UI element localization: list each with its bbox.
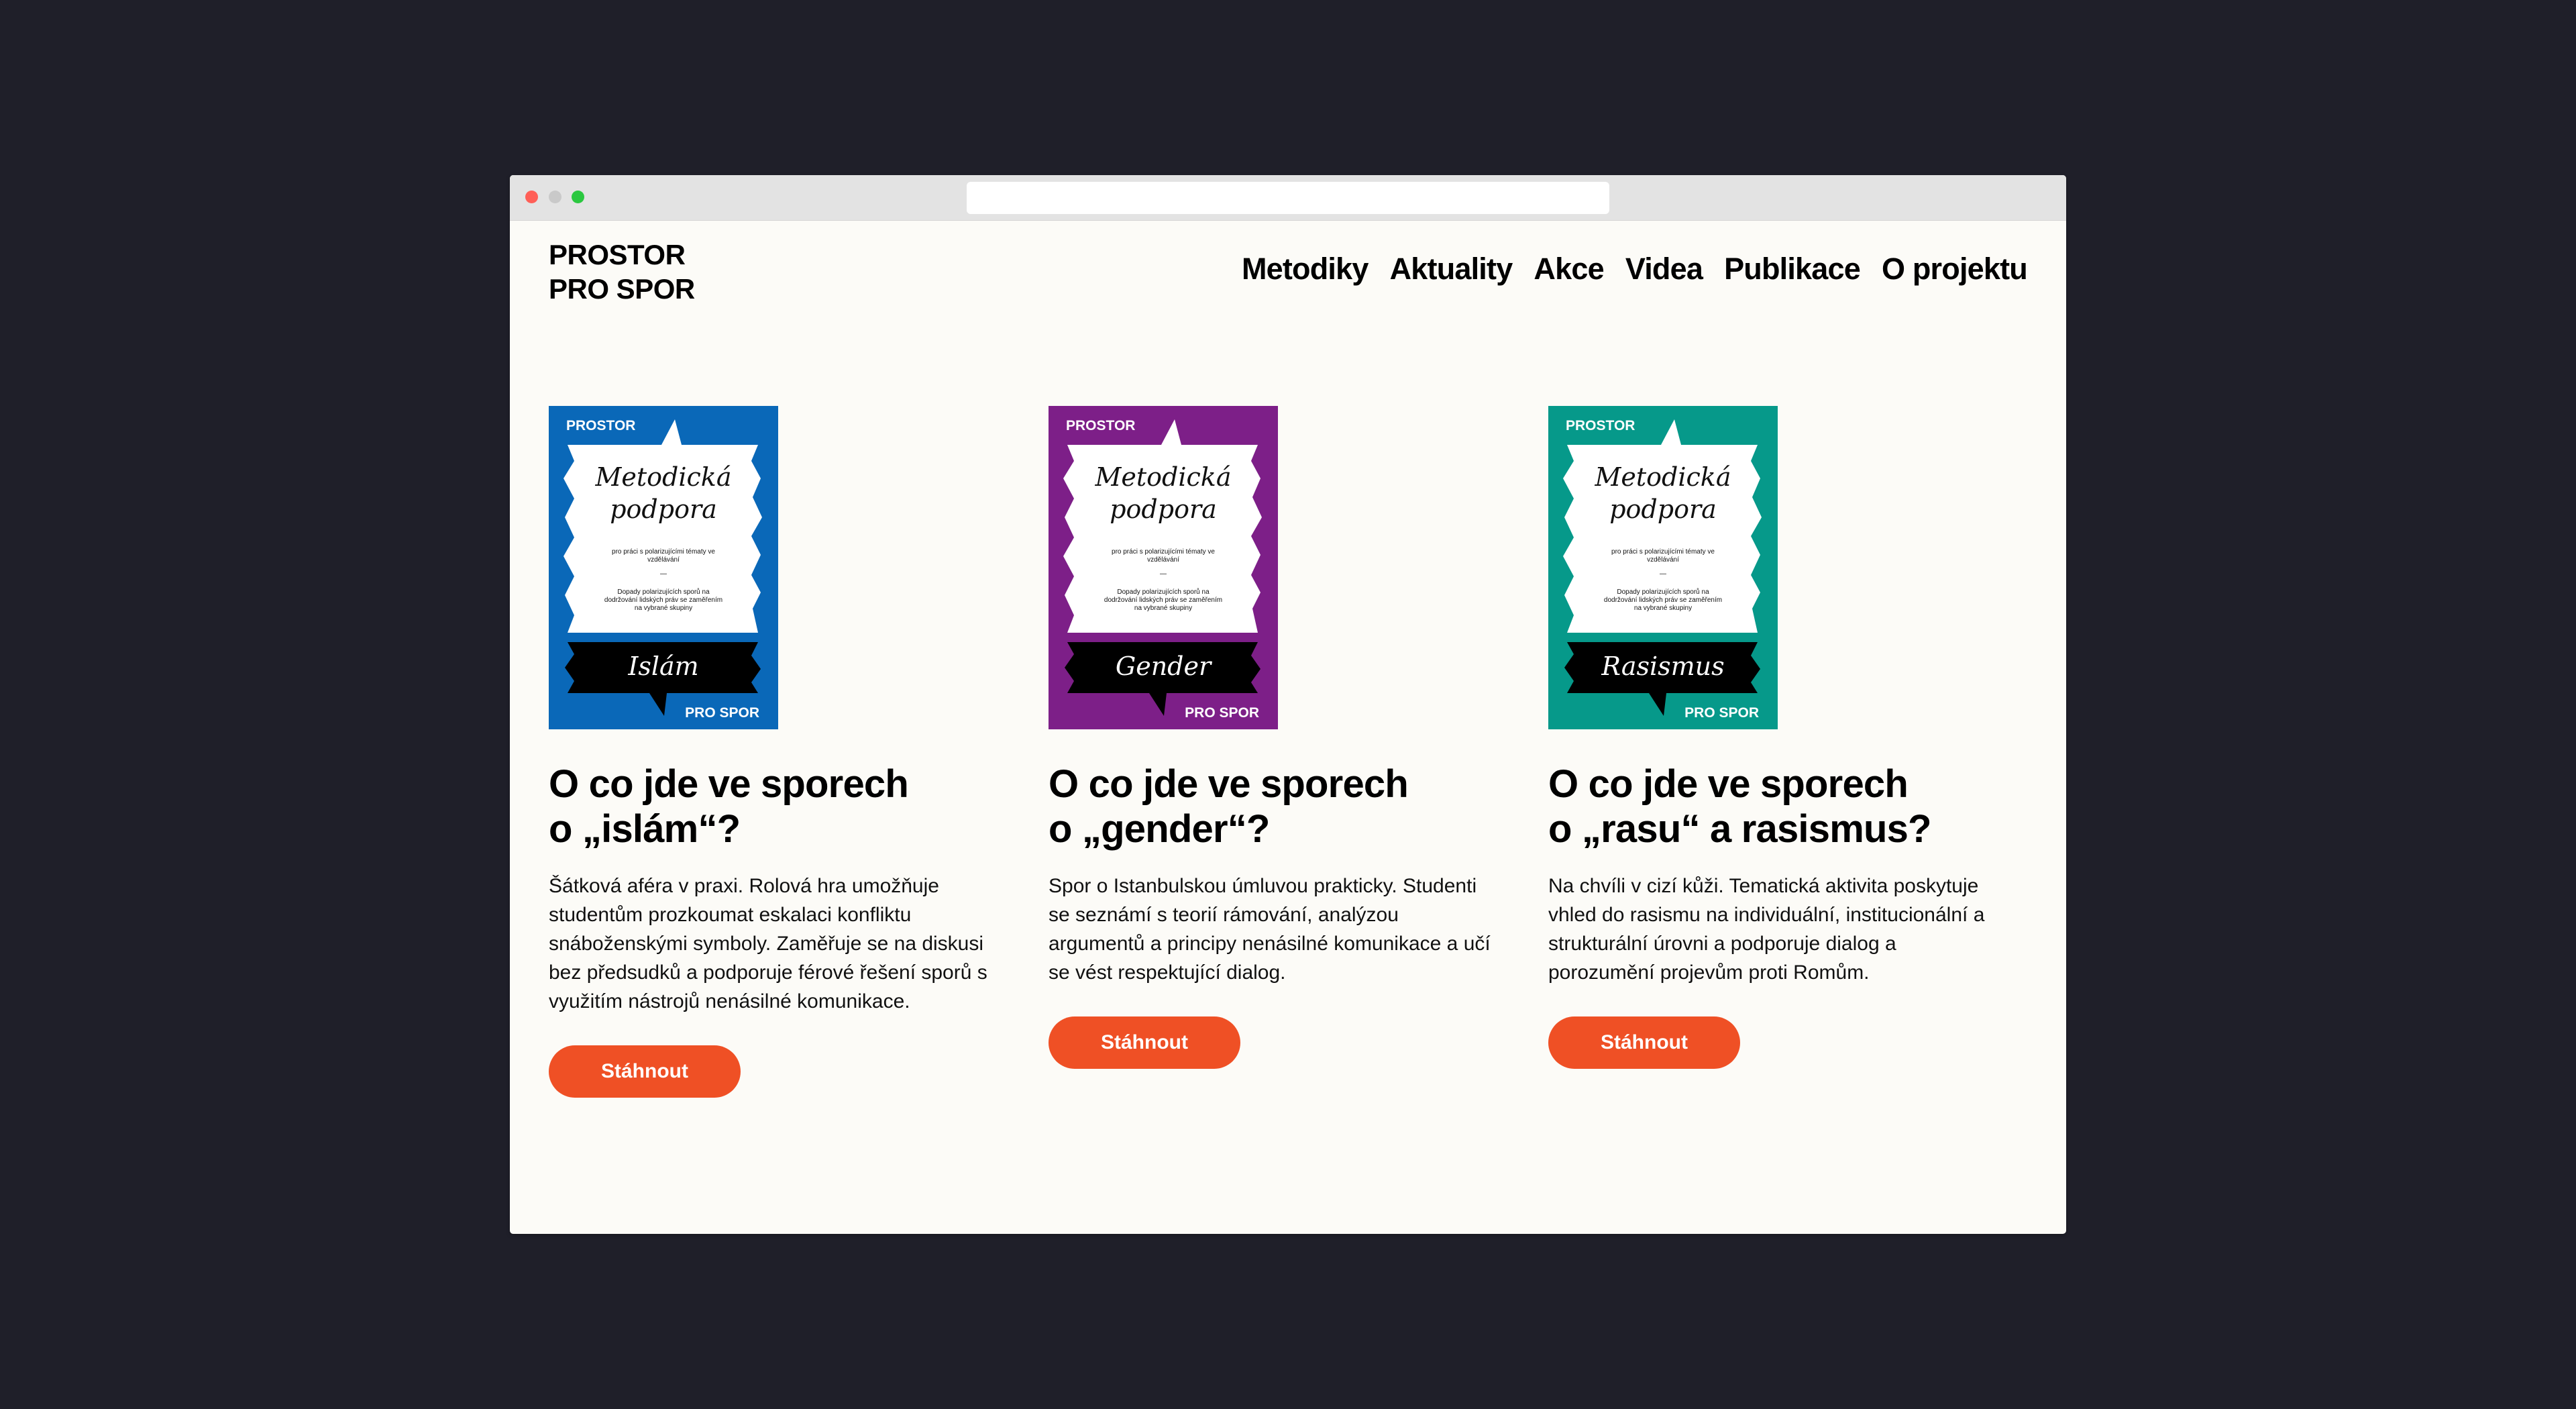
nav-item-metodiky[interactable]: Metodiky	[1242, 252, 1368, 286]
cover-description: Dopady polarizujících sporů na dodržován…	[604, 588, 723, 612]
cover-subtitle: pro práci s polarizujícími tématy ve vzd…	[1112, 548, 1215, 564]
download-button[interactable]: Stáhnout	[549, 1045, 741, 1098]
logo-line-1: PROSTOR	[549, 239, 686, 270]
close-window-icon[interactable]	[525, 191, 538, 203]
card-title-line-1: O co jde ve sporech	[549, 762, 909, 806]
cover-description: Dopady polarizujících sporů na dodržován…	[1104, 588, 1223, 612]
cover-dash: —	[660, 570, 667, 578]
methodology-card-rasismus: PROSTOR Metodická podpora pro práci s po…	[1548, 406, 1991, 1069]
publication-cover[interactable]: PROSTOR Metodická podpora pro práci s po…	[549, 406, 778, 729]
cover-dash: —	[1660, 570, 1666, 578]
address-bar[interactable]	[967, 182, 1609, 214]
nav-item-o-projektu[interactable]: O projektu	[1882, 252, 2028, 286]
cover-description: Dopady polarizujících sporů na dodržován…	[1603, 588, 1723, 612]
browser-toolbar	[510, 175, 2066, 221]
cover-publisher-bottom: PRO SPOR	[685, 705, 759, 721]
nav-item-akce[interactable]: Akce	[1534, 252, 1604, 286]
card-description: Šátková aféra v praxi. Rolová hra umožňu…	[549, 875, 987, 1012]
nav-item-videa[interactable]: Videa	[1625, 252, 1703, 286]
card-description: Na chvíli v cizí kůži. Tematická aktivit…	[1548, 875, 1985, 984]
cover-topic-tag: Gender	[1115, 651, 1212, 681]
cover-script-title: Metodická podpora	[595, 462, 732, 524]
minimize-window-icon[interactable]	[549, 191, 561, 203]
cover-publisher-bottom: PRO SPOR	[1684, 705, 1759, 721]
download-button[interactable]: Stáhnout	[1049, 1016, 1240, 1069]
card-title[interactable]: O co jde ve sporech o „gender“?	[1049, 762, 1491, 851]
cover-publisher-top: PROSTOR	[1066, 418, 1136, 433]
methodology-card-gender: PROSTOR Metodická podpora pro práci s po…	[1049, 406, 1491, 1069]
cover-topic-tag: Rasismus	[1601, 651, 1725, 681]
download-button[interactable]: Stáhnout	[1548, 1016, 1740, 1069]
cover-topic-tag: Islám	[628, 651, 699, 681]
cover-dash: —	[1160, 570, 1167, 578]
card-title-line-1: O co jde ve sporech	[1548, 762, 1909, 806]
site-logo[interactable]: PROSTOR PRO SPOR	[549, 238, 695, 306]
main-navigation: Metodiky Aktuality Akce Videa Publikace …	[1242, 252, 2028, 286]
logo-line-2: PRO SPOR	[549, 273, 695, 305]
card-title-line-2: o „islám“?	[549, 807, 741, 851]
card-title-line-1: O co jde ve sporech	[1049, 762, 1409, 806]
cover-publisher-top: PROSTOR	[1566, 418, 1635, 433]
browser-window: PROSTOR PRO SPOR Metodiky Aktuality Akce…	[510, 175, 2066, 1234]
card-title-line-2: o „rasu“ a rasismus?	[1548, 807, 1931, 851]
card-title[interactable]: O co jde ve sporech o „rasu“ a rasismus?	[1548, 762, 1991, 851]
cover-publisher-top: PROSTOR	[566, 418, 636, 433]
card-title-line-2: o „gender“?	[1049, 807, 1270, 851]
cover-publisher-bottom: PRO SPOR	[1185, 705, 1259, 721]
publication-cover[interactable]: PROSTOR Metodická podpora pro práci s po…	[1548, 406, 1778, 729]
methodology-card-islam: PROSTOR Metodická podpora pro práci s po…	[549, 406, 991, 1098]
nav-item-aktuality[interactable]: Aktuality	[1390, 252, 1513, 286]
cover-subtitle: pro práci s polarizujícími tématy ve vzd…	[1611, 548, 1715, 564]
cover-script-title: Metodická podpora	[1595, 462, 1731, 524]
maximize-window-icon[interactable]	[572, 191, 584, 203]
card-description: Spor o Istanbulskou úmluvou prakticky. S…	[1049, 875, 1491, 984]
nav-item-publikace[interactable]: Publikace	[1724, 252, 1861, 286]
card-title[interactable]: O co jde ve sporech o „islám“?	[549, 762, 991, 851]
cover-subtitle: pro práci s polarizujícími tématy ve vzd…	[612, 548, 715, 564]
cover-script-title: Metodická podpora	[1095, 462, 1232, 524]
publication-cover[interactable]: PROSTOR Metodická podpora pro práci s po…	[1049, 406, 1278, 729]
